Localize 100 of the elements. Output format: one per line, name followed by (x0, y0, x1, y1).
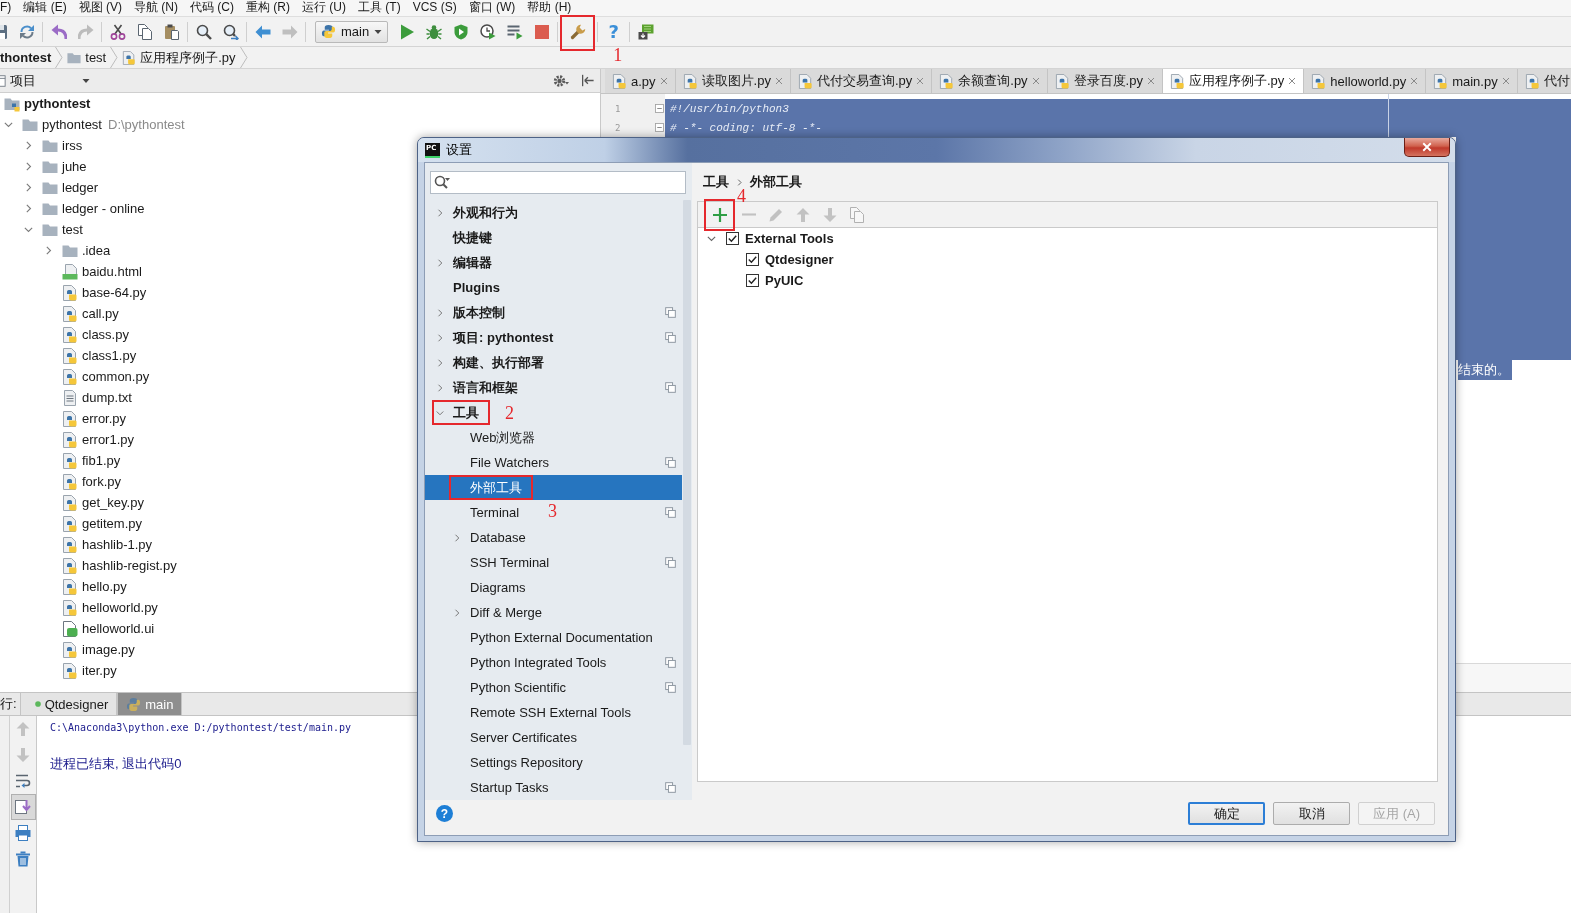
nav-item[interactable]: 项目: pythontest (436, 327, 554, 348)
close-icon[interactable] (1031, 77, 1040, 85)
nav-item[interactable]: 外观和行为 (436, 202, 518, 223)
tree-item[interactable]: juhe (42, 158, 87, 175)
tree-item[interactable]: iter.py (62, 662, 117, 679)
breadcrumb-item[interactable]: test (65, 47, 109, 68)
close-icon[interactable] (1146, 77, 1155, 85)
nav-item[interactable]: 外部工具 (453, 477, 522, 498)
menu-item[interactable]: 代码 (C) (184, 0, 240, 14)
tree-item[interactable]: .idea (62, 242, 111, 259)
dialog-button[interactable]: 确定 (1188, 802, 1265, 825)
editor-tab[interactable]: 代付 (1517, 69, 1571, 93)
tree-item[interactable]: getitem.py (62, 515, 142, 532)
menu-item[interactable]: 帮助 (H) (521, 0, 578, 14)
tree-item[interactable]: Qtdesigner (765, 252, 834, 267)
close-icon[interactable] (1501, 77, 1510, 85)
tree-item[interactable]: common.py (62, 368, 150, 385)
chevron-right-icon[interactable] (436, 258, 444, 267)
menu-item[interactable]: 运行 (U) (296, 0, 352, 14)
nav-item[interactable]: 语言和框架 (436, 377, 518, 398)
checkbox[interactable] (746, 253, 759, 266)
chevron-right-icon[interactable] (453, 533, 461, 542)
nav-item[interactable]: Python Scientific (453, 677, 567, 698)
menu-item[interactable]: 重构 (R) (240, 0, 296, 14)
menu-item[interactable]: 工具 (T) (352, 0, 407, 14)
tree-item[interactable]: error1.py (62, 431, 135, 448)
tree-item[interactable]: fib1.py (62, 452, 121, 469)
fold-marker-icon[interactable] (655, 123, 664, 132)
close-icon[interactable] (659, 77, 668, 85)
tree-item[interactable]: base-64.py (62, 284, 147, 301)
menu-item[interactable]: 视图 (V) (72, 0, 128, 14)
tree-item[interactable]: fork.py (62, 473, 121, 490)
tree-item[interactable]: pythontest D:\pythontest (22, 116, 185, 133)
tree-item[interactable]: PyUIC (765, 273, 804, 288)
chevron-right-icon[interactable] (436, 358, 444, 367)
chevron-down-icon[interactable] (4, 120, 13, 129)
checkbox[interactable] (726, 232, 739, 245)
nav-item[interactable]: 构建、执行部署 (436, 352, 544, 373)
breadcrumb-item[interactable]: 应用程序例子.py (120, 47, 238, 68)
tree-item[interactable]: get_key.py (62, 494, 144, 511)
tree-item[interactable]: External Tools (745, 231, 834, 246)
tree-item[interactable]: test (42, 221, 83, 238)
scroll-to-end-button[interactable] (10, 794, 36, 820)
editor-tab[interactable]: a.py (605, 69, 676, 93)
editor-tab[interactable]: 读取图片.py (675, 69, 791, 93)
nav-item[interactable]: 快捷键 (436, 227, 492, 248)
tree-item[interactable]: class1.py (62, 347, 137, 364)
help-button[interactable]: ? (436, 805, 453, 822)
nav-item[interactable]: Terminal (453, 502, 520, 523)
menu-item[interactable]: 导航 (N) (128, 0, 184, 14)
editor-tab[interactable]: 余额查询.py (932, 69, 1048, 93)
chevron-right-icon[interactable] (24, 183, 33, 192)
menu-item[interactable]: 窗口 (W) (462, 0, 522, 14)
editor-tab[interactable]: 登录百度.py (1047, 69, 1163, 93)
nav-item[interactable]: Plugins (436, 277, 500, 298)
view-dropdown[interactable]: 项目 (10, 71, 90, 90)
close-icon[interactable] (1410, 77, 1419, 85)
nav-item[interactable]: Startup Tasks (453, 777, 549, 798)
close-button[interactable] (1404, 138, 1450, 157)
nav-item[interactable]: Python External Documentation (453, 627, 653, 648)
menu-item[interactable]: VCS (S) (406, 0, 463, 14)
scrollbar-thumb[interactable] (683, 200, 691, 745)
tree-item[interactable]: pythontest (4, 95, 91, 112)
chevron-right-icon[interactable] (24, 204, 33, 213)
editor-tab[interactable]: main.py (1426, 69, 1518, 93)
menu-item[interactable]: F) (0, 0, 18, 14)
breadcrumb-item[interactable]: thontest (0, 47, 54, 68)
chevron-down-icon[interactable] (436, 408, 444, 417)
tree-item[interactable]: helloworld.ui (62, 620, 155, 637)
chevron-right-icon[interactable] (436, 333, 444, 342)
run-tab[interactable]: Qtdesigner (19, 693, 118, 715)
tree-item[interactable]: irss (42, 137, 83, 154)
chevron-right-icon[interactable] (436, 383, 444, 392)
nav-item[interactable]: Remote SSH External Tools (453, 702, 631, 723)
editor-tab[interactable]: 应用程序例子.py (1162, 69, 1305, 93)
tree-item[interactable]: dump.txt (62, 389, 132, 406)
chevron-right-icon[interactable] (453, 608, 461, 617)
chevron-right-icon[interactable] (436, 308, 444, 317)
nav-item[interactable]: 版本控制 (436, 302, 505, 323)
nav-item[interactable]: Settings Repository (453, 752, 583, 773)
nav-item[interactable]: Web浏览器 (453, 427, 536, 448)
close-icon[interactable] (774, 77, 783, 85)
nav-item[interactable]: Python Integrated Tools (453, 652, 607, 673)
dialog-button[interactable]: 取消 (1273, 802, 1350, 825)
chevron-right-icon[interactable] (24, 162, 33, 171)
tree-item[interactable]: baidu.html (62, 263, 142, 280)
tree-item[interactable]: ledger (42, 179, 99, 196)
chevron-down-icon[interactable] (24, 225, 33, 234)
chevron-right-icon[interactable] (44, 246, 53, 255)
search-field[interactable] (430, 171, 686, 194)
chevron-down-icon[interactable] (707, 234, 716, 243)
nav-item[interactable]: Diff & Merge (453, 602, 542, 623)
close-icon[interactable] (1288, 77, 1297, 85)
tree-item[interactable]: hashlib-regist.py (62, 557, 177, 574)
nav-item[interactable]: File Watchers (453, 452, 549, 473)
chevron-right-icon[interactable] (24, 141, 33, 150)
nav-item[interactable]: 编辑器 (436, 252, 492, 273)
tree-item[interactable]: hashlib-1.py (62, 536, 153, 553)
nav-item[interactable]: Server Certificates (453, 727, 577, 748)
nav-item[interactable]: Database (453, 527, 526, 548)
